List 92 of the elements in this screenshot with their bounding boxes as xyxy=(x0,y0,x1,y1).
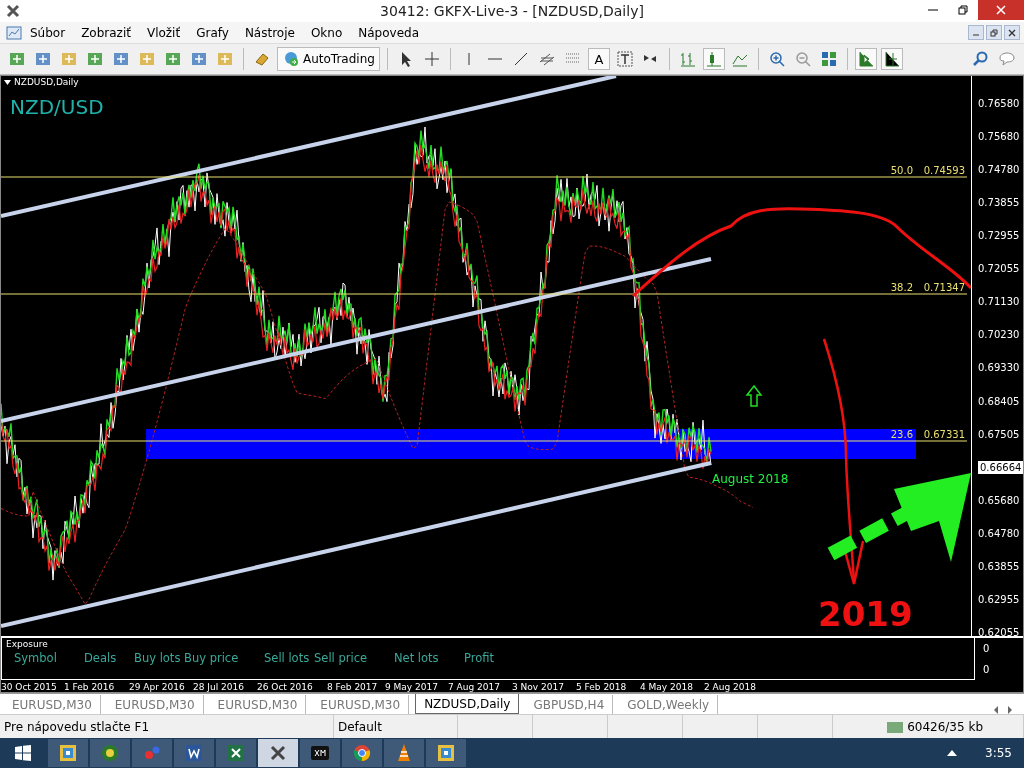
menu-item[interactable]: Nástroje xyxy=(236,25,303,40)
close-icon xyxy=(1008,28,1016,37)
column-header: Profit xyxy=(464,651,494,665)
column-header: Deals xyxy=(84,651,118,665)
price-tick: 0.62955 xyxy=(977,592,1020,606)
date-tick: 7 Aug 2017 xyxy=(448,682,500,692)
taskbar-chrome-icon[interactable] xyxy=(342,739,382,767)
tray-expand-icon[interactable] xyxy=(947,750,958,756)
date-tick: 29 Apr 2016 xyxy=(129,682,185,692)
price-tick: 0.65680 xyxy=(977,493,1020,507)
scale-label: 0 xyxy=(983,643,990,654)
chart-shift-icon[interactable] xyxy=(880,48,903,70)
date-tick: 8 Feb 2017 xyxy=(327,682,378,692)
close-icon xyxy=(996,5,1006,15)
taskbar-word-icon[interactable] xyxy=(174,739,214,767)
taskbar-tiles-icon[interactable] xyxy=(48,739,88,767)
price-tick: 0.74780 xyxy=(977,163,1020,177)
fibonacci-level-label: 23.6 xyxy=(890,429,913,440)
scale-label: 0 xyxy=(983,664,990,675)
taskbar-xm-icon[interactable] xyxy=(300,739,340,767)
windows-logo-icon xyxy=(14,744,32,762)
price-tick: 0.76580 xyxy=(977,97,1020,110)
column-header: Net lots xyxy=(394,651,440,665)
candlestick-icon[interactable] xyxy=(702,48,725,70)
minimize-icon xyxy=(928,9,938,11)
up-arrow-icon xyxy=(745,384,763,407)
taskbar-excel-icon[interactable] xyxy=(216,739,256,767)
connection-bars-icon xyxy=(887,719,904,734)
fibonacci-price-label: 0.67331 xyxy=(923,429,965,440)
price-tick: 0.72955 xyxy=(977,229,1020,243)
date-tick: 28 Jul 2016 xyxy=(193,682,244,692)
menu-item[interactable]: Grafy xyxy=(188,25,237,40)
date-tick: 2 Aug 2018 xyxy=(704,682,756,692)
price-tick: 0.73855 xyxy=(977,196,1020,210)
app-icon xyxy=(6,4,20,18)
column-header: Buy price xyxy=(184,651,240,665)
minimize-button[interactable] xyxy=(968,25,984,40)
status-traffic: 60426/35 kb xyxy=(907,719,983,734)
current-price-label: 0.66664 xyxy=(978,460,1023,474)
autoscroll-icon[interactable] xyxy=(854,48,877,70)
date-tick: 1 Feb 2016 xyxy=(64,682,115,692)
price-tick: 0.72055 xyxy=(977,262,1020,276)
column-header: Sell lots xyxy=(264,651,311,665)
forecast-year-label: 2019 xyxy=(818,594,913,634)
taskbar-clock: 3:55 xyxy=(985,746,1012,760)
price-tick: 0.68405 xyxy=(977,394,1020,408)
date-tick: 30 Oct 2015 xyxy=(1,682,57,692)
close-button[interactable] xyxy=(1004,25,1020,40)
menu-item[interactable]: Nápoveda xyxy=(350,25,427,40)
menu-item[interactable]: Súbor xyxy=(22,25,74,40)
date-tick: 4 May 2018 xyxy=(640,682,693,692)
fibonacci-level-label: 50.0 xyxy=(890,165,913,176)
date-tick: 5 Feb 2018 xyxy=(576,682,627,692)
price-tick: 0.69330 xyxy=(977,361,1020,375)
window-title: 30412: GKFX-Live-3 - [NZDUSD,Daily] xyxy=(379,3,645,19)
menu-item[interactable]: Okno xyxy=(302,25,351,40)
dropdown-icon[interactable] xyxy=(4,79,11,85)
autotrading-button[interactable]: AutoTrading xyxy=(277,47,380,71)
column-header: Symbol xyxy=(14,651,58,665)
price-tick: 0.70230 xyxy=(977,328,1020,342)
restore-icon xyxy=(990,28,998,37)
autotrading-icon xyxy=(282,50,300,68)
fibonacci-level-label: 38.2 xyxy=(890,282,913,293)
price-tick: 0.71130 xyxy=(977,295,1020,309)
price-tick: 0.67505 xyxy=(977,427,1020,441)
support-label: August 2018 xyxy=(712,472,789,486)
exposure-title: Exposure xyxy=(6,638,49,651)
menu-item[interactable]: Zobraziť xyxy=(73,25,139,40)
restore-button[interactable] xyxy=(986,25,1002,40)
column-header: Sell price xyxy=(314,651,369,665)
symbol-title: NZD/USD xyxy=(10,95,104,119)
taskbar-tiles-icon[interactable] xyxy=(426,739,466,767)
price-tick: 0.64780 xyxy=(977,526,1020,540)
chart-tab[interactable]: NZDUSD,Daily xyxy=(415,694,520,714)
text-tool-button[interactable]: A xyxy=(587,48,610,70)
fibonacci-price-label: 0.71347 xyxy=(923,282,965,293)
date-tick: 9 May 2017 xyxy=(385,682,438,692)
document-icon xyxy=(6,25,22,40)
price-tick: 0.75680 xyxy=(977,130,1020,144)
chart-window-label: NZDUSD,Daily xyxy=(14,77,79,87)
taskbar-globe-icon[interactable] xyxy=(90,739,130,767)
taskbar-cone-icon[interactable] xyxy=(384,739,424,767)
date-tick: 3 Nov 2017 xyxy=(512,682,564,692)
taskbar-cross-icon[interactable] xyxy=(258,739,298,767)
date-tick: 26 Oct 2016 xyxy=(257,682,313,692)
fibonacci-price-label: 0.74593 xyxy=(923,165,965,176)
restore-icon xyxy=(958,5,968,15)
menu-item[interactable]: Vložiť xyxy=(138,25,189,40)
price-tick: 0.63855 xyxy=(977,559,1020,573)
taskbar-dots-icon[interactable] xyxy=(132,739,172,767)
price-tick: 0.62055 xyxy=(977,625,1020,639)
column-header: Buy lots xyxy=(134,651,182,665)
